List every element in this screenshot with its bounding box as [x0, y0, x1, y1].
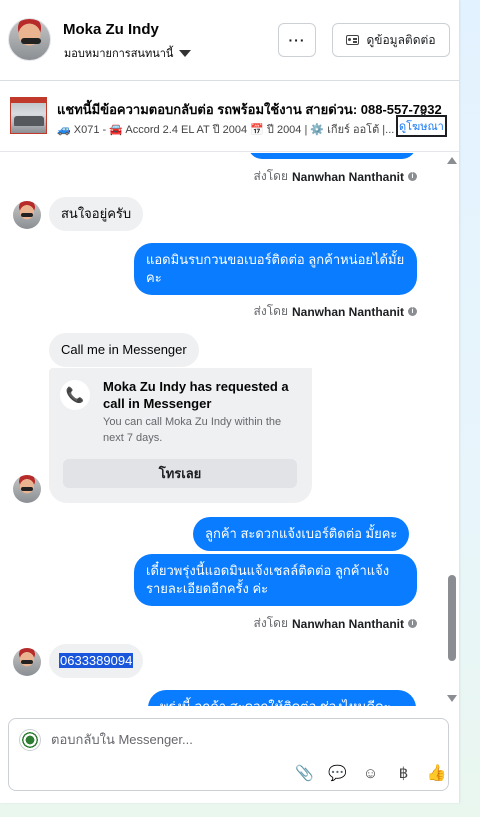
composer-toolbar: 📎 💬 ☺ ฿ 👍 — [288, 762, 453, 784]
call-request-title: Moka Zu Indy has requested a call in Mes… — [103, 379, 289, 411]
view-contact-info-label: ดูข้อมูลติดต่อ — [366, 32, 436, 47]
message-bubble-incoming: Call me in Messenger — [49, 333, 199, 367]
scroll-up-arrow[interactable] — [447, 157, 457, 164]
message-bubble-incoming: สนใจอยู่ครับ — [49, 197, 144, 231]
message-bubble-incoming: 0633389094 — [49, 644, 144, 678]
saved-reply-icon[interactable]: 💬 — [321, 762, 354, 784]
reply-input[interactable] — [51, 732, 431, 747]
view-contact-info-button[interactable]: ดูข้อมูลติดต่อ — [332, 23, 450, 57]
call-now-button[interactable]: โทรเลย — [63, 459, 297, 488]
contact-avatar[interactable] — [8, 18, 51, 61]
payment-icon[interactable]: ฿ — [387, 762, 420, 784]
more-options-button[interactable]: ··· — [278, 23, 316, 57]
call-request-card: 📞 Moka Zu Indy has requested a call in M… — [49, 368, 312, 503]
contact-avatar-small — [13, 475, 41, 503]
scrollbar-thumb[interactable] — [448, 575, 456, 661]
close-icon[interactable]: × — [419, 105, 428, 122]
message-bubble-outgoing — [248, 153, 416, 159]
info-icon[interactable]: i — [408, 307, 417, 316]
contact-avatar-small — [13, 648, 41, 676]
attachment-icon[interactable]: 📎 — [288, 762, 321, 784]
contact-avatar-small — [13, 201, 41, 229]
chevron-down-icon — [179, 49, 192, 57]
sent-by-prefix: ส่งโดย — [253, 169, 288, 183]
conversation-panel: Moka Zu Indy มอบหมายการสนทนานี้ ··· ดูข้… — [0, 0, 459, 803]
message-bubble-outgoing: เดี๋ยวพรุ่งนี้แอดมินแจ้งเชลล์ติดต่อ ลูกค… — [134, 554, 417, 606]
ad-context-banner: แชทนี้มีข้อความตอบกลับต่อ รถพร้อมใช้งาน … — [0, 82, 459, 152]
contact-name[interactable]: Moka Zu Indy — [63, 21, 159, 38]
emoji-icon[interactable]: ☺ — [354, 762, 387, 784]
assign-conversation-dropdown[interactable]: มอบหมายการสนทนานี้ — [64, 44, 192, 62]
sent-by-label: ส่งโดย Nanwhan Nanthanit i — [254, 614, 417, 633]
reply-composer: 📎 💬 ☺ ฿ 👍 — [8, 718, 449, 791]
message-bubble-outgoing: แอดมินรบกวนขอเบอร์ติดต่อ ลูกค้าหน่อยได้ม… — [134, 243, 417, 295]
call-request-subtitle: You can call Moka Zu Indy within the nex… — [103, 416, 282, 444]
message-bubble-outgoing: ลูกค้า สะดวกแจ้งเบอร์ติดต่อ มั้ยคะ — [193, 517, 410, 551]
conversation-header: Moka Zu Indy มอบหมายการสนทนานี้ ··· ดูข้… — [0, 0, 459, 81]
phone-icon: 📞 — [60, 380, 90, 410]
sent-by-label: ส่งโดย Nanwhan Nanthanit i — [254, 167, 417, 186]
sent-by-agent: Nanwhan Nanthanit — [291, 169, 404, 184]
sent-by-prefix: ส่งโดย — [253, 304, 288, 318]
assign-label: มอบหมายการสนทนานี้ — [64, 48, 174, 60]
contact-card-icon — [346, 35, 360, 45]
sent-by-agent: Nanwhan Nanthanit — [291, 616, 404, 631]
info-icon[interactable]: i — [408, 619, 417, 628]
scroll-down-arrow[interactable] — [447, 695, 457, 702]
page-avatar — [19, 729, 41, 751]
sent-by-agent: Nanwhan Nanthanit — [291, 304, 404, 319]
like-icon[interactable]: 👍 — [420, 762, 453, 784]
ad-meta: 🚙 X071 - 🚘 Accord 2.4 EL AT ปี 2004 📅 ปี… — [57, 124, 395, 136]
info-icon[interactable]: i — [408, 172, 417, 181]
sent-by-label: ส่งโดย Nanwhan Nanthanit i — [254, 302, 417, 321]
ad-title: แชทนี้มีข้อความตอบกลับต่อ รถพร้อมใช้งาน … — [57, 102, 442, 117]
sent-by-prefix: ส่งโดย — [253, 616, 288, 630]
message-bubble-outgoing: พรุ่งนี้ ลูกค้า สะดวกให้ติดต่อ ช่วงไหนดี… — [148, 690, 416, 706]
ad-thumbnail[interactable] — [10, 97, 47, 134]
selected-phone-number[interactable]: 0633389094 — [59, 653, 134, 668]
message-list[interactable]: ส่งโดย Nanwhan Nanthanit i สนใจอยู่ครับ … — [0, 153, 459, 706]
